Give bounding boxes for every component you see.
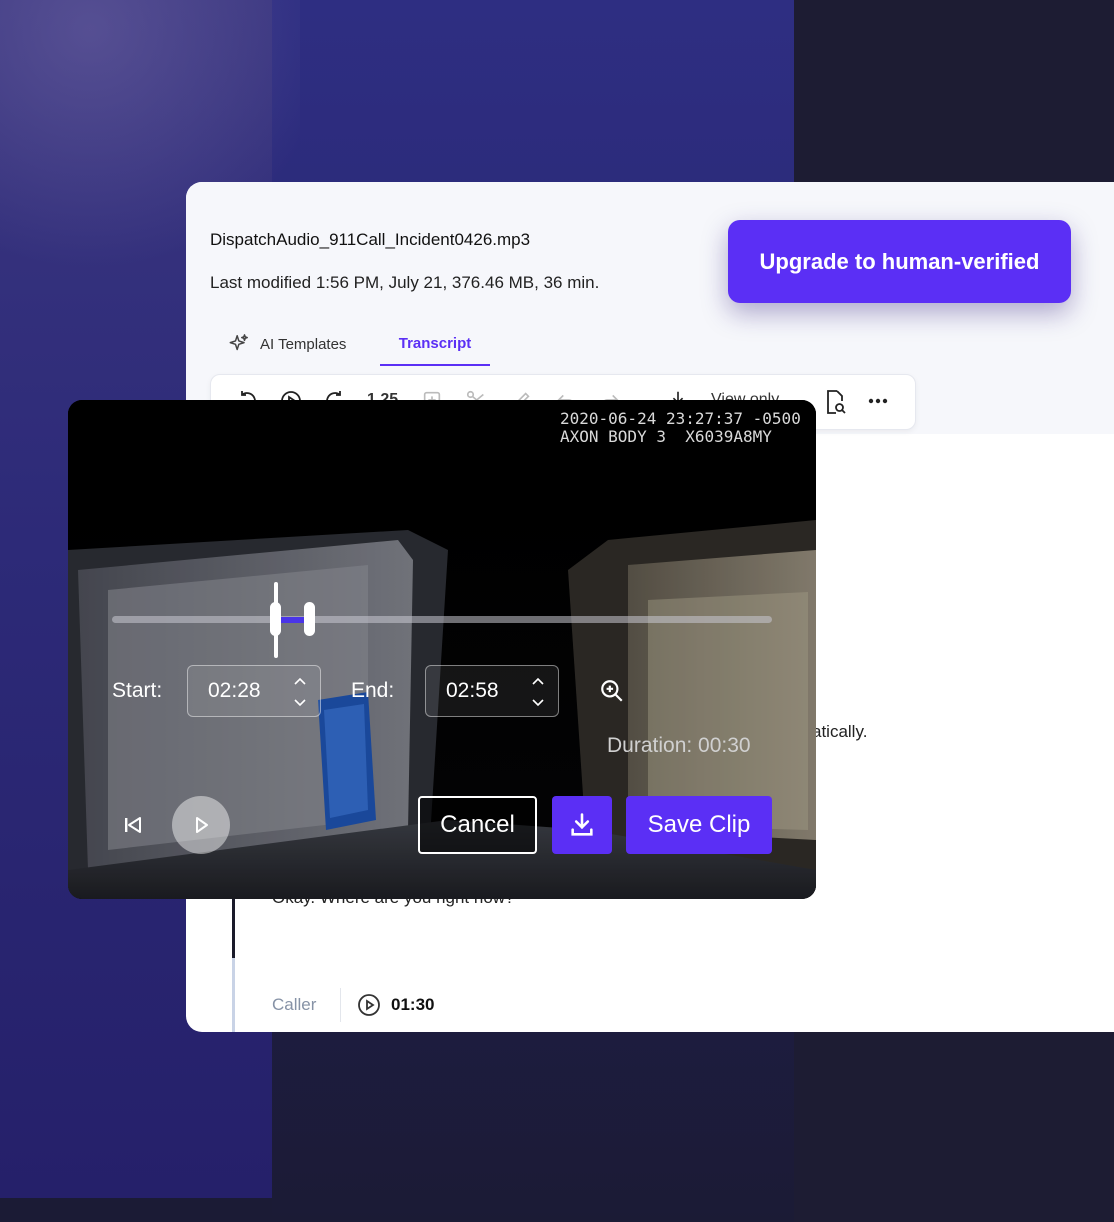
file-meta: Last modified 1:56 PM, July 21, 376.46 M… bbox=[210, 273, 600, 292]
clip-timeline-track[interactable] bbox=[112, 616, 772, 623]
start-label: Start: bbox=[112, 679, 163, 702]
panel-header: DispatchAudio_911Call_Incident0426.mp3 L… bbox=[186, 182, 1114, 434]
segment-marker bbox=[232, 894, 235, 958]
clip-start-handle[interactable] bbox=[270, 602, 281, 636]
upgrade-button[interactable]: Upgrade to human-verified bbox=[728, 220, 1071, 303]
download-icon bbox=[571, 813, 593, 836]
sparkle-icon bbox=[229, 334, 248, 351]
speaker-timestamp[interactable]: 01:30 bbox=[391, 995, 434, 1015]
clip-editor: 2020-06-24 23:27:37 -0500 AXON BODY 3 X6… bbox=[68, 400, 816, 899]
start-time-value: 02:28 bbox=[208, 679, 261, 702]
clip-end-handle[interactable] bbox=[304, 602, 315, 636]
download-clip-button[interactable] bbox=[552, 796, 612, 854]
tab-transcript-label: Transcript bbox=[398, 334, 472, 352]
play-icon bbox=[196, 817, 208, 833]
cancel-button[interactable]: Cancel bbox=[418, 796, 537, 854]
tab-ai-templates-label: AI Templates bbox=[260, 335, 347, 353]
segment-marker-light bbox=[232, 958, 235, 1032]
speaker-label: Caller bbox=[272, 995, 317, 1014]
play-circle-icon[interactable] bbox=[357, 993, 381, 1017]
clip-play-button[interactable] bbox=[172, 796, 230, 854]
video-timestamp: 2020-06-24 23:27:37 -0500 AXON BODY 3 X6… bbox=[560, 410, 801, 446]
video-timestamp-line2: AXON BODY 3 X6039A8MY bbox=[560, 427, 772, 446]
start-time-input[interactable]: 02:28 bbox=[187, 665, 321, 717]
end-time-input[interactable]: 02:58 bbox=[425, 665, 559, 717]
tab-transcript[interactable]: Transcript bbox=[380, 322, 490, 366]
more-icon[interactable] bbox=[867, 397, 889, 405]
document-search-icon[interactable] bbox=[823, 389, 847, 415]
start-time-stepper-icon[interactable] bbox=[292, 672, 308, 712]
end-label: End: bbox=[351, 679, 395, 702]
zoom-in-icon[interactable] bbox=[599, 678, 625, 704]
speaker-row: Caller 01:30 bbox=[272, 988, 434, 1022]
speaker-divider bbox=[340, 988, 341, 1022]
end-time-value: 02:58 bbox=[446, 679, 499, 702]
video-timestamp-line1: 2020-06-24 23:27:37 -0500 bbox=[560, 409, 801, 428]
clip-duration: Duration: 00:30 bbox=[607, 734, 751, 757]
transcript-partial-text: atically. bbox=[812, 722, 868, 741]
save-clip-button[interactable]: Save Clip bbox=[626, 796, 772, 854]
file-name: DispatchAudio_911Call_Incident0426.mp3 bbox=[210, 230, 531, 249]
tab-ai-templates[interactable]: AI Templates bbox=[228, 322, 346, 366]
end-time-stepper-icon[interactable] bbox=[530, 672, 546, 712]
skip-to-start-icon[interactable] bbox=[122, 814, 144, 836]
